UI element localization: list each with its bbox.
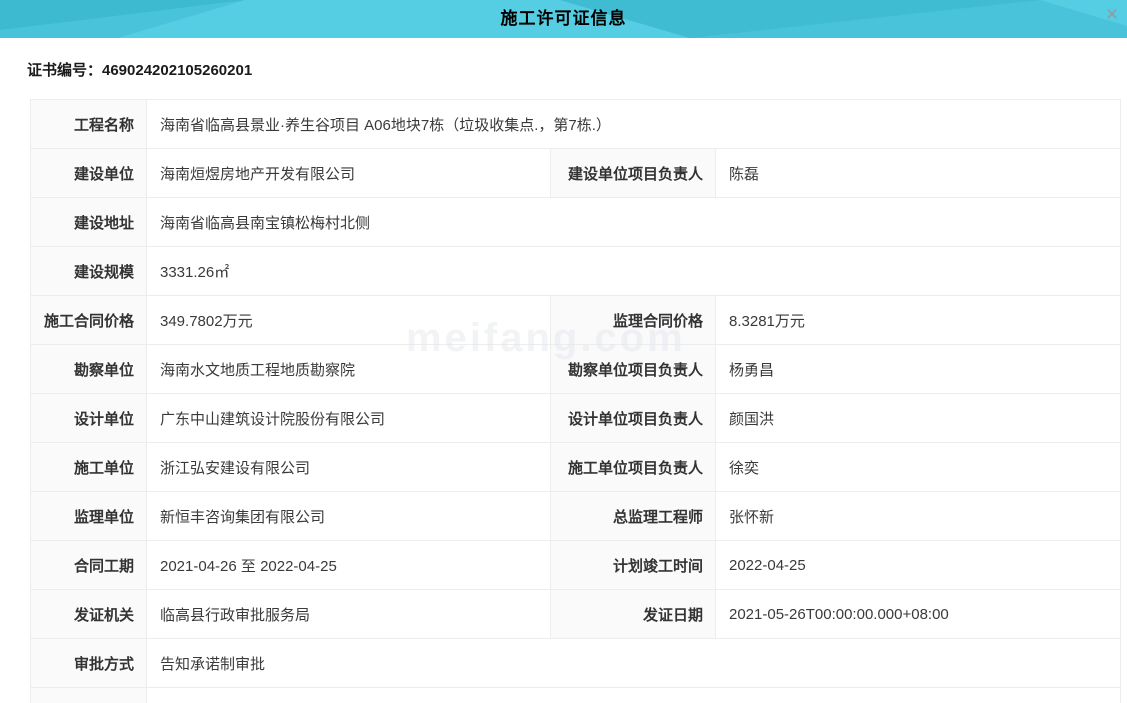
field-label: 监理合同价格 bbox=[550, 295, 716, 345]
modal-header: 施工许可证信息 × bbox=[0, 0, 1127, 38]
table-row-construction-address: 建设地址 海南省临高县南宝镇松梅村北侧 bbox=[30, 197, 1122, 247]
field-value: 2022-04-25 bbox=[714, 540, 1122, 590]
field-label: 审批方式 bbox=[30, 638, 147, 688]
field-label: 建设规模 bbox=[30, 246, 147, 296]
field-value: 陈磊 bbox=[714, 148, 1122, 198]
field-value: 浙江弘安建设有限公司 bbox=[146, 442, 551, 492]
table-row-survey-unit: 勘察单位 海南水文地质工程地质勘察院 勘察单位项目负责人 杨勇昌 bbox=[30, 344, 1122, 394]
field-value: 海南省临高县南宝镇松梅村北侧 bbox=[145, 197, 1122, 247]
table-row-partial bbox=[30, 687, 1122, 703]
field-label: 建设单位 bbox=[30, 148, 147, 198]
table-row-construction-unit: 建设单位 海南烜煜房地产开发有限公司 建设单位项目负责人 陈磊 bbox=[30, 148, 1122, 198]
field-value: 广东中山建筑设计院股份有限公司 bbox=[146, 393, 551, 443]
field-value: 新恒丰咨询集团有限公司 bbox=[146, 491, 551, 541]
field-label: 勘察单位 bbox=[30, 344, 147, 394]
field-value: 杨勇昌 bbox=[714, 344, 1122, 394]
field-label: 发证机关 bbox=[30, 589, 147, 639]
modal-title: 施工许可证信息 bbox=[500, 9, 627, 28]
field-value: 2021-04-26 至 2022-04-25 bbox=[146, 540, 551, 590]
field-value: 349.7802万元 bbox=[146, 295, 551, 345]
field-value: 告知承诺制审批 bbox=[145, 638, 1122, 688]
field-label: 工程名称 bbox=[30, 99, 147, 149]
field-label: 计划竣工时间 bbox=[550, 540, 716, 590]
field-value: 8.3281万元 bbox=[714, 295, 1122, 345]
field-value: 海南水文地质工程地质勘察院 bbox=[146, 344, 551, 394]
table-row-project-name: 工程名称 海南省临高县景业·养生谷项目 A06地块7栋（垃圾收集点.，第7栋.） bbox=[30, 99, 1122, 149]
table-row-construction-scale: 建设规模 3331.26㎡ bbox=[30, 246, 1122, 296]
field-label: 建设单位项目负责人 bbox=[550, 148, 716, 198]
field-value: 海南省临高县景业·养生谷项目 A06地块7栋（垃圾收集点.，第7栋.） bbox=[145, 99, 1122, 149]
field-label: 勘察单位项目负责人 bbox=[550, 344, 716, 394]
field-label: 监理单位 bbox=[30, 491, 147, 541]
field-value: 临高县行政审批服务局 bbox=[146, 589, 551, 639]
field-value: 2021-05-26T00:00:00.000+08:00 bbox=[714, 589, 1122, 639]
field-value: 颜国洪 bbox=[714, 393, 1122, 443]
permit-info-modal: 施工许可证信息 × 证书编号：469024202105260201 meifan… bbox=[0, 0, 1127, 703]
field-label: 设计单位项目负责人 bbox=[550, 393, 716, 443]
table-row-design-unit: 设计单位 广东中山建筑设计院股份有限公司 设计单位项目负责人 颜国洪 bbox=[30, 393, 1122, 443]
field-label: 施工单位 bbox=[30, 442, 147, 492]
field-value: 海南烜煜房地产开发有限公司 bbox=[146, 148, 551, 198]
table-row-supervision-unit: 监理单位 新恒丰咨询集团有限公司 总监理工程师 张怀新 bbox=[30, 491, 1122, 541]
field-value: 张怀新 bbox=[714, 491, 1122, 541]
field-label: 施工合同价格 bbox=[30, 295, 147, 345]
field-label: 施工单位项目负责人 bbox=[550, 442, 716, 492]
field-value: 徐奕 bbox=[714, 442, 1122, 492]
field-label: 建设地址 bbox=[30, 197, 147, 247]
field-value bbox=[145, 687, 1122, 703]
permit-info-table: 工程名称 海南省临高县景业·养生谷项目 A06地块7栋（垃圾收集点.，第7栋.）… bbox=[30, 99, 1122, 703]
field-label: 合同工期 bbox=[30, 540, 147, 590]
field-label: 发证日期 bbox=[550, 589, 716, 639]
certificate-number: 证书编号：469024202105260201 bbox=[27, 62, 253, 79]
table-row-approval-method: 审批方式 告知承诺制审批 bbox=[30, 638, 1122, 688]
table-row-contract-price: 施工合同价格 349.7802万元 监理合同价格 8.3281万元 bbox=[30, 295, 1122, 345]
table-row-issuing-authority: 发证机关 临高县行政审批服务局 发证日期 2021-05-26T00:00:00… bbox=[30, 589, 1122, 639]
table-row-builder-unit: 施工单位 浙江弘安建设有限公司 施工单位项目负责人 徐奕 bbox=[30, 442, 1122, 492]
field-label: 总监理工程师 bbox=[550, 491, 716, 541]
field-value: 3331.26㎡ bbox=[145, 246, 1122, 296]
table-row-contract-period: 合同工期 2021-04-26 至 2022-04-25 计划竣工时间 2022… bbox=[30, 540, 1122, 590]
field-label: 设计单位 bbox=[30, 393, 147, 443]
close-icon[interactable]: × bbox=[1101, 4, 1123, 26]
field-label bbox=[30, 687, 147, 703]
